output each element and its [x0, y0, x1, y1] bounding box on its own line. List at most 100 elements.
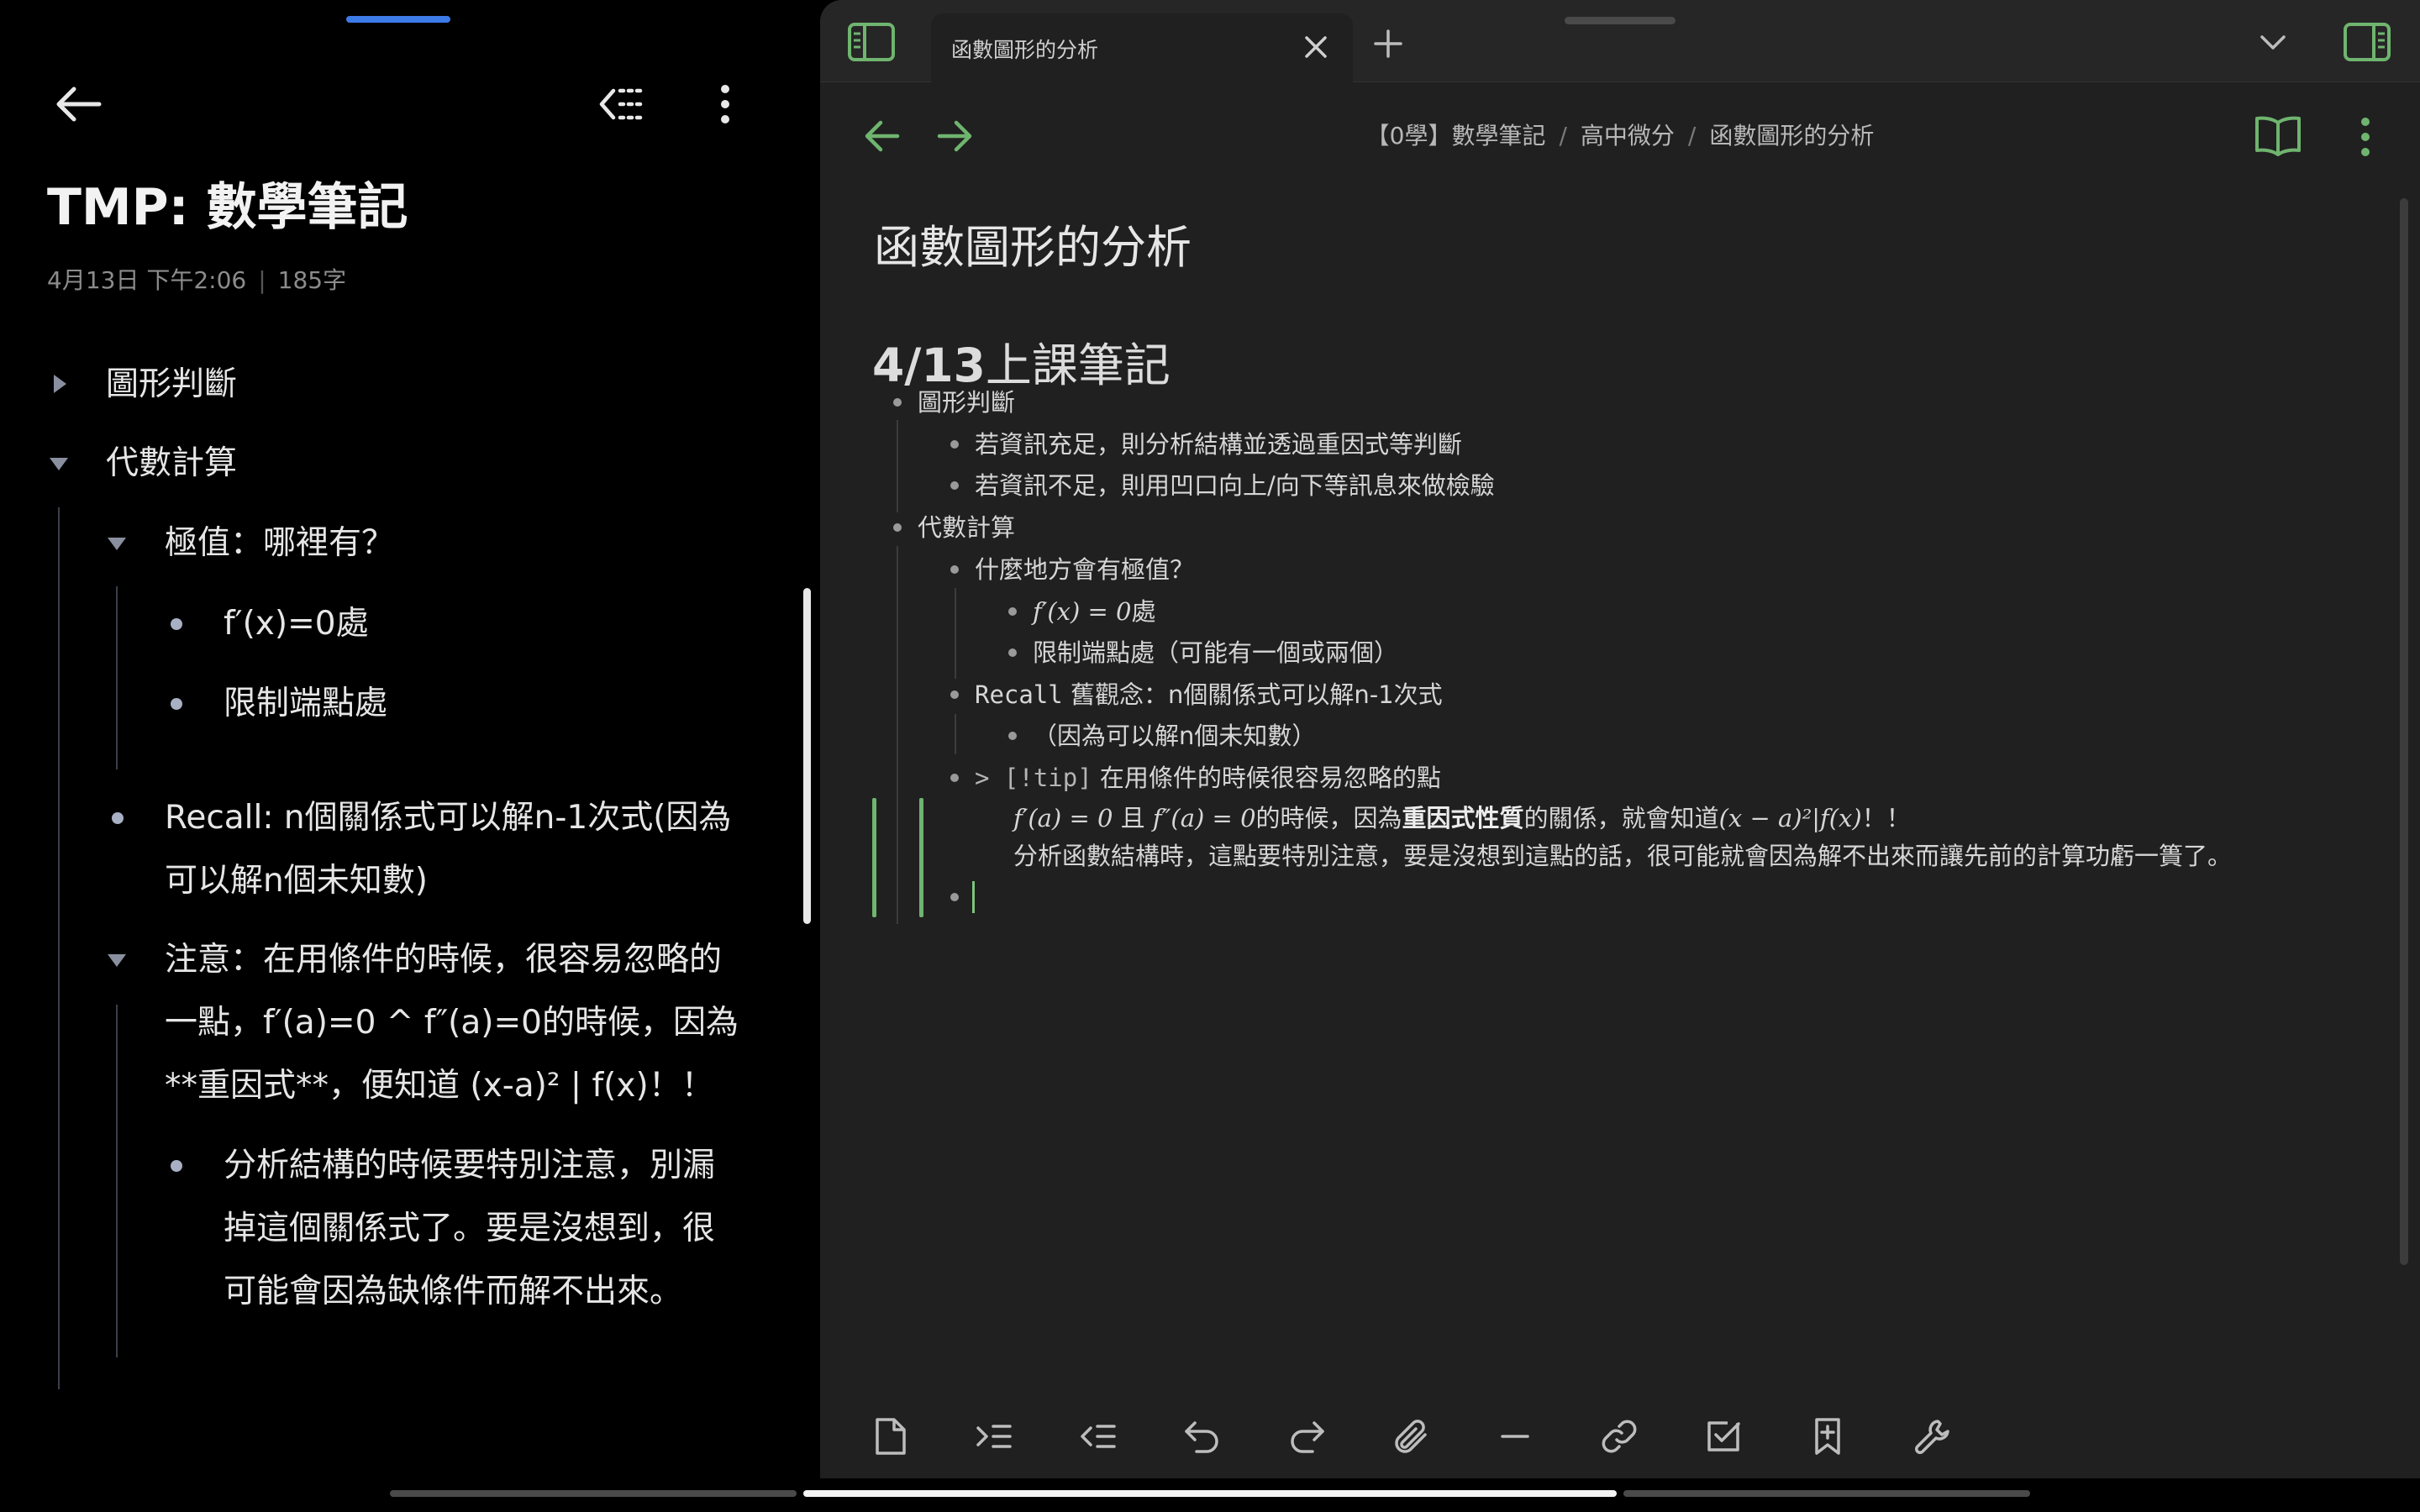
text-cursor	[972, 881, 975, 913]
bullet	[950, 690, 959, 699]
breadcrumb-sep: /	[1687, 122, 1697, 150]
redo-icon[interactable]	[1287, 1416, 1326, 1457]
indent-guide	[116, 1005, 118, 1357]
line-recall-sub[interactable]: （因為可以解n個未知數）	[1033, 719, 1316, 753]
tip-and: 且	[1113, 804, 1153, 832]
tip-line-2[interactable]: 分析函數結構時，這點要特別注意，要是沒想到這點的話，很可能就會因為解不出來而讓先…	[1013, 839, 2232, 873]
right-pane: 函數圖形的分析 【0學】數學筆記 / 高中微分 / 函數圖形的分析 函數圖形的分析 4/…	[820, 0, 2420, 1512]
outline-item-fprime[interactable]: f′(x)=0處	[224, 592, 369, 655]
tab-active[interactable]: 函數圖形的分析	[931, 13, 1353, 82]
line-tip[interactable]: > [!tip] 在用條件的時候很容易忽略的點	[975, 761, 1441, 795]
tab-title: 函數圖形的分析	[951, 38, 1099, 62]
breadcrumb-sep: /	[1559, 122, 1567, 150]
collapse-toggle-algebra[interactable]	[50, 458, 68, 470]
home-indicator[interactable]	[1623, 1490, 2030, 1497]
home-indicator[interactable]	[390, 1490, 797, 1497]
document-title[interactable]: 函數圖形的分析	[874, 210, 1192, 276]
left-pane: TMP: 數學筆記 4月13日 下午2:06 | 185字 圖形判斷 代數計算 極值…	[0, 0, 795, 1512]
bullet	[950, 774, 959, 782]
collapse-toggle-note[interactable]	[108, 954, 126, 967]
line-graph-a[interactable]: 若資訊充足，則分析結構並透過重因式等判斷	[975, 428, 1462, 461]
more-vertical-icon[interactable]	[714, 82, 736, 126]
breadcrumb-item[interactable]: 函數圖形的分析	[1709, 122, 1874, 150]
bullet	[950, 565, 959, 574]
outline-item-endpoint[interactable]: 限制端點處	[224, 672, 387, 735]
math-fprime: f′(x) = 0	[1033, 597, 1132, 626]
breadcrumb-item[interactable]: 【0學】數學筆記	[1366, 122, 1546, 150]
indent-icon[interactable]	[975, 1416, 1013, 1457]
math-fa: f′(a) = 0	[1013, 804, 1113, 832]
sidebar-left-icon[interactable]	[847, 22, 896, 62]
tip-line-1[interactable]: f′(a) = 0 且 f″(a) = 0的時候，因為重因式性質的關係，就會知道…	[1013, 801, 1911, 835]
line-algebra[interactable]: 代數計算	[918, 511, 1015, 544]
plus-icon[interactable]	[1373, 29, 1403, 59]
callout-accent-bar	[919, 798, 923, 917]
tip-mid2: 的關係，就會知道	[1523, 804, 1719, 832]
more-vertical-icon[interactable]	[2356, 116, 2375, 158]
window-drag-handle[interactable]	[1565, 17, 1676, 24]
sidebar-right-icon[interactable]	[2343, 22, 2391, 62]
line-recall[interactable]: Recall 舊觀念：n個關係式可以解n-1次式	[975, 678, 1443, 711]
scrollbar[interactable]	[2400, 198, 2408, 1265]
line-graph-b[interactable]: 若資訊不足，則用凹口向上/向下等訊息來做檢驗	[975, 469, 1495, 502]
home-indicator-active[interactable]	[803, 1490, 1617, 1497]
indent-guide	[116, 586, 118, 769]
indent-guide	[897, 546, 898, 924]
back-arrow-icon[interactable]	[52, 82, 104, 126]
paperclip-icon[interactable]	[1392, 1416, 1430, 1457]
close-icon[interactable]	[1302, 34, 1329, 60]
bullet	[1008, 648, 1017, 657]
breadcrumb: 【0學】數學筆記 / 高中微分 / 函數圖形的分析	[820, 118, 2420, 151]
outline-item-algebra[interactable]: 代數計算	[106, 432, 237, 495]
bullet	[171, 618, 182, 630]
bullet	[893, 523, 902, 532]
note-meta: 4月13日 下午2:06 | 185字	[47, 262, 346, 296]
recall-rest: 舊觀念：n個關係式可以解n-1次式	[1062, 680, 1443, 709]
indent-guide	[58, 507, 60, 1389]
chevron-down-icon[interactable]	[2259, 32, 2287, 52]
meta-separator: |	[258, 266, 266, 294]
note-date: 4月13日 下午2:06	[47, 266, 247, 294]
drag-handle[interactable]	[346, 16, 450, 23]
outline-item-analysis[interactable]: 分析結構的時候要特別注意，別漏掉這個關係式了。要是沒想到，很可能會因為缺條件而解…	[224, 1134, 744, 1323]
tip-bold: 重因式性質	[1402, 804, 1524, 832]
bullet	[950, 481, 959, 490]
tip-text: 在用條件的時候很容易忽略的點	[1092, 764, 1441, 792]
heading-2[interactable]: 4/13上課筆記	[872, 328, 1171, 395]
file-icon[interactable]	[871, 1416, 909, 1457]
editor-toolbar	[820, 1386, 2420, 1487]
outdent-icon[interactable]	[597, 82, 649, 126]
outline-item-extrema[interactable]: 極值：哪裡有？	[165, 512, 394, 575]
line-fprime[interactable]: f′(x) = 0處	[1033, 595, 1156, 628]
outline-item-recall[interactable]: Recall: n個關係式可以解n-1次式(因為可以解n個未知數)	[165, 786, 744, 912]
line-extrema[interactable]: 什麼地方會有極值？	[975, 553, 1194, 586]
collapse-toggle-graph[interactable]	[54, 375, 66, 393]
indent-guide	[955, 714, 956, 754]
outline-item-graph[interactable]: 圖形判斷	[106, 353, 237, 416]
bullet	[112, 812, 124, 824]
bullet	[950, 440, 959, 449]
wrench-icon[interactable]	[1912, 1416, 1951, 1457]
book-open-icon[interactable]	[2254, 114, 2302, 156]
heading-date: 4/13	[872, 339, 986, 392]
tip-end: ！！	[1861, 804, 1911, 832]
line-graph[interactable]: 圖形判斷	[918, 386, 1015, 419]
tab-bar: 函數圖形的分析	[820, 0, 2420, 82]
callout-accent-bar	[872, 798, 876, 917]
outline-item-note[interactable]: 注意：在用條件的時候，很容易忽略的一點，f′(a)=0 ^ f″(a)=0的時候…	[165, 928, 744, 1117]
line-endpoint[interactable]: 限制端點處（可能有一個或兩個）	[1033, 636, 1398, 669]
checkbox-icon[interactable]	[1704, 1416, 1743, 1457]
outdent-icon[interactable]	[1079, 1416, 1118, 1457]
fprime-suffix: 處	[1131, 597, 1156, 626]
note-title: TMP: 數學筆記	[47, 178, 408, 237]
math-factor: (x − a)²|f(x)	[1718, 804, 1862, 832]
split-resize-handle[interactable]	[803, 588, 811, 924]
bookmark-plus-icon[interactable]	[1808, 1416, 1847, 1457]
undo-icon[interactable]	[1183, 1416, 1222, 1457]
minus-icon[interactable]	[1496, 1416, 1534, 1457]
collapse-toggle-extrema[interactable]	[108, 538, 126, 550]
link-icon[interactable]	[1600, 1416, 1639, 1457]
indent-guide	[897, 420, 898, 512]
math-fppa: f″(a) = 0	[1152, 804, 1256, 832]
breadcrumb-item[interactable]: 高中微分	[1581, 122, 1675, 150]
